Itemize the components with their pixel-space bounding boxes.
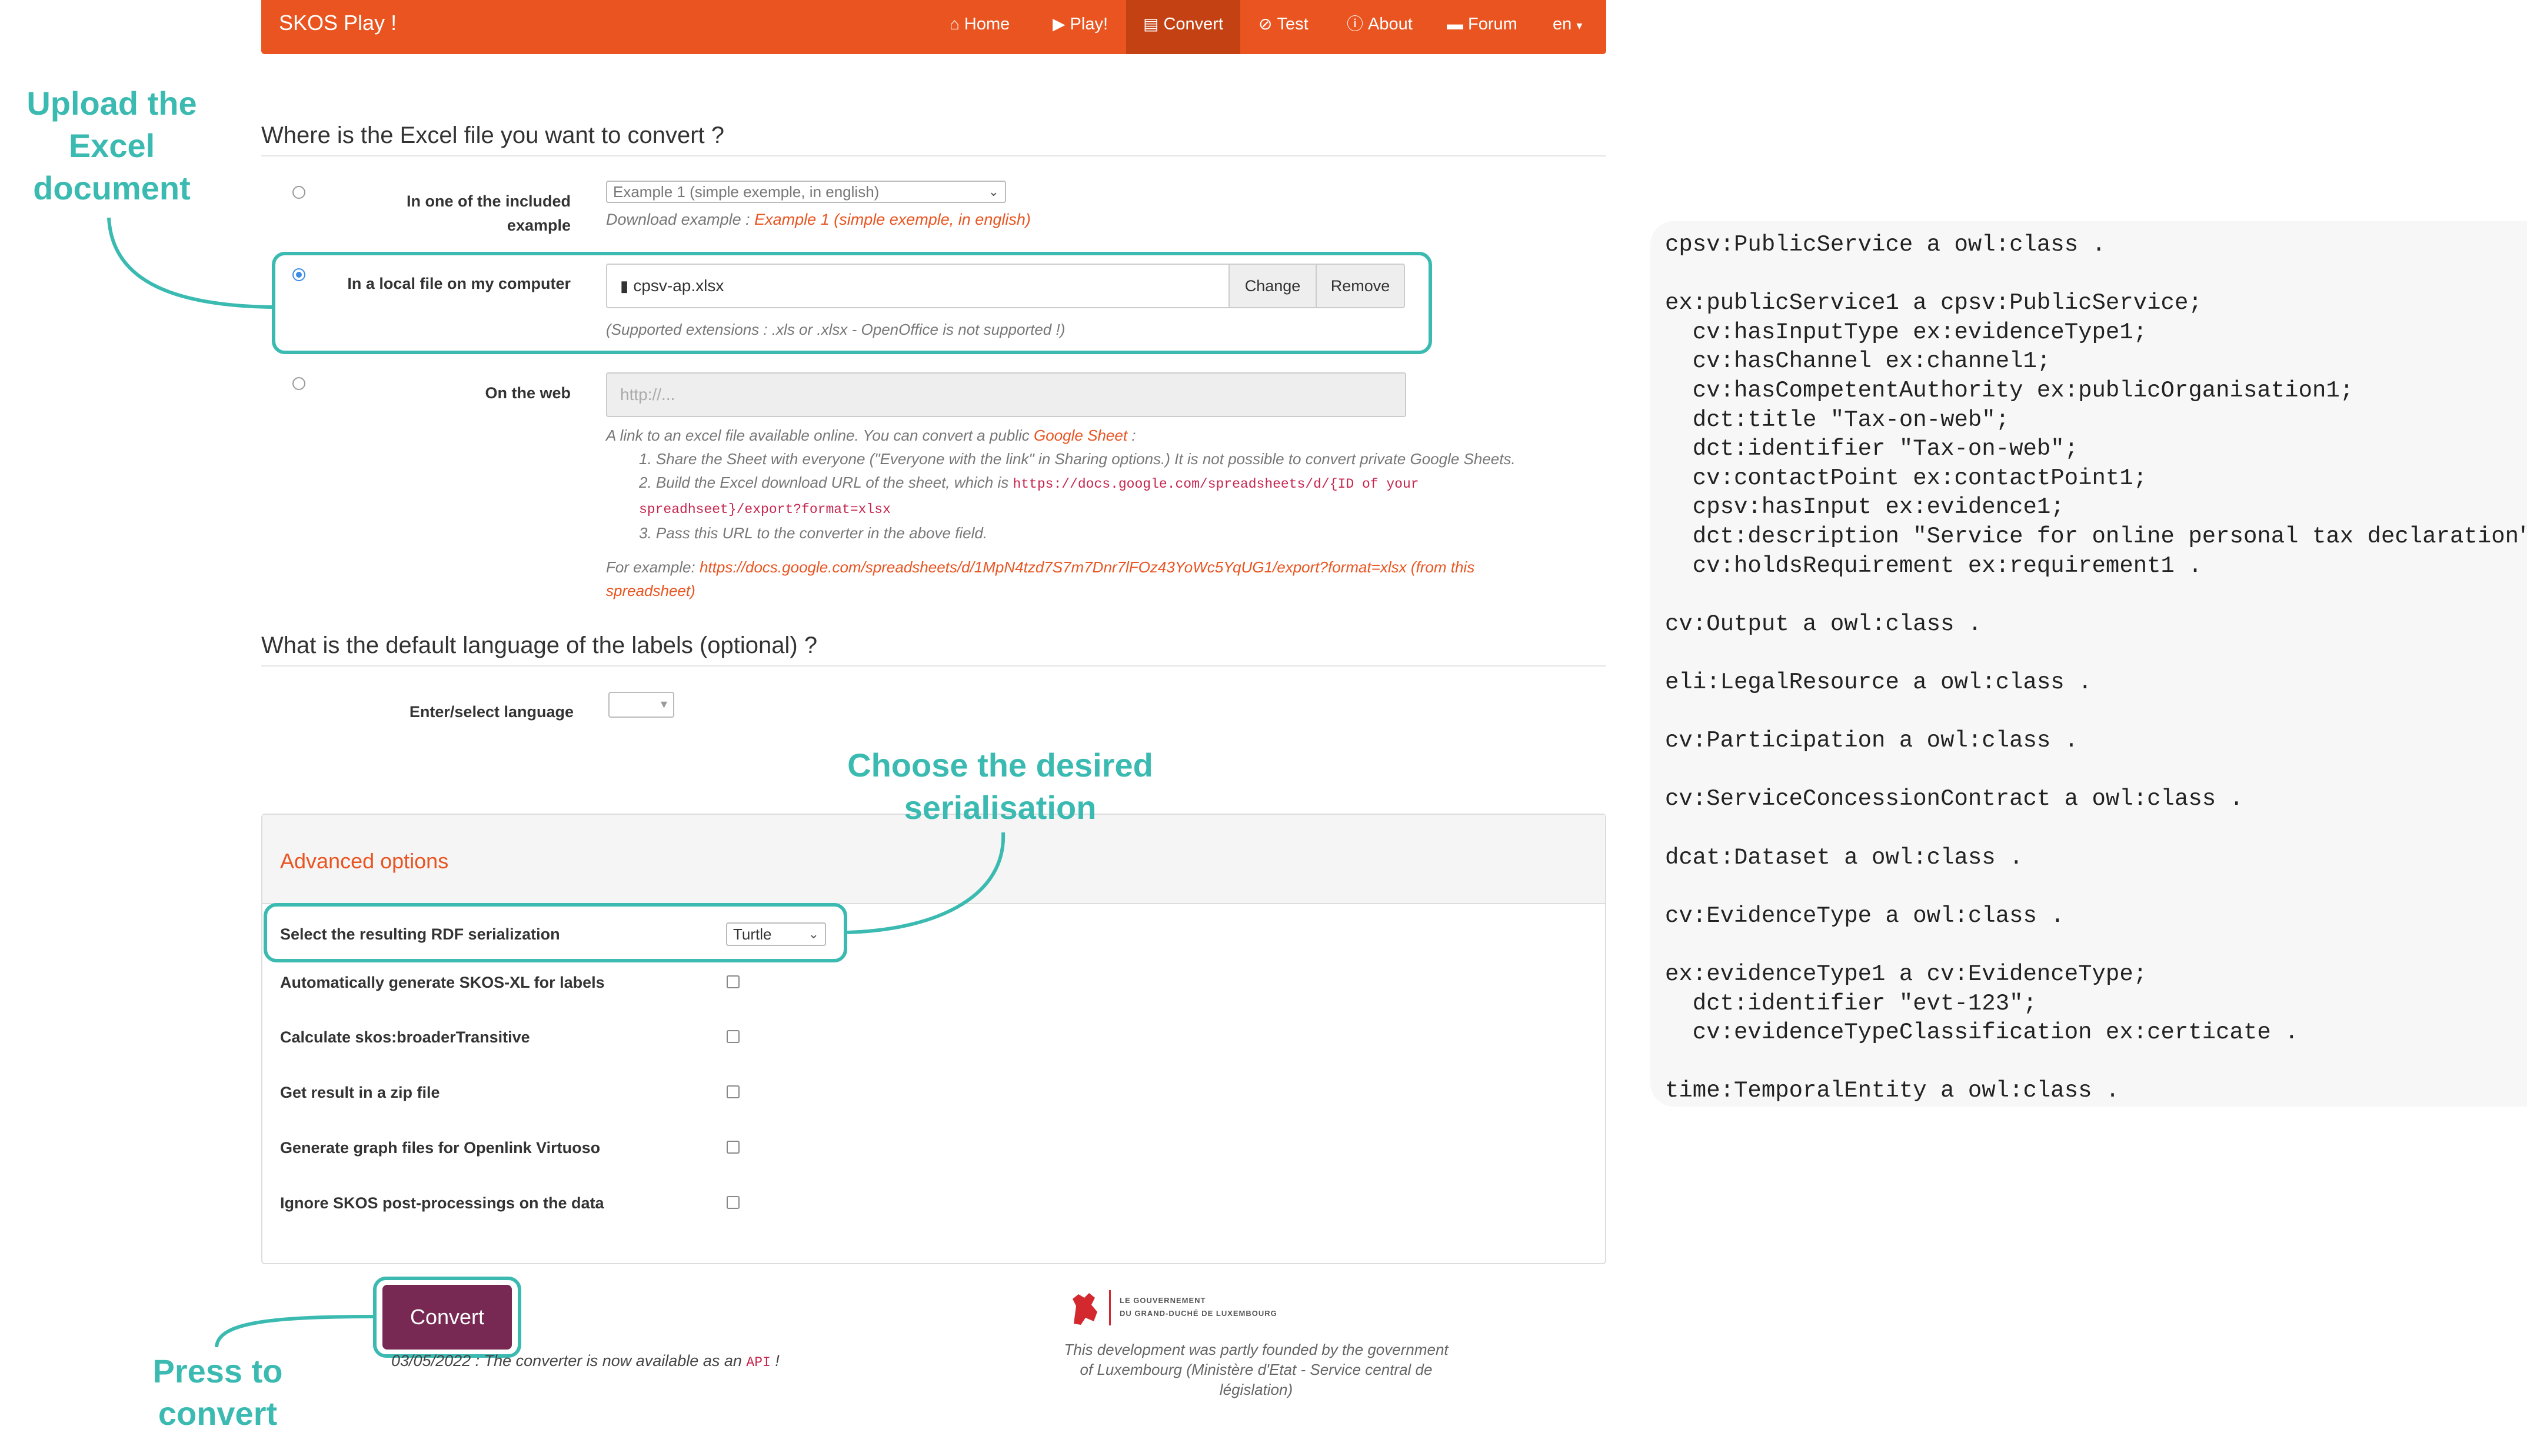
- code-line: cv:holdsRequirement ex:requirement1 .: [1665, 552, 2202, 579]
- code-line: eli:LegalResource a owl:class .: [1665, 669, 2092, 695]
- code-line: cv:evidenceTypeClassification ex:certica…: [1665, 1019, 2299, 1046]
- press-connector: [215, 1315, 375, 1348]
- code-line: ex:publicService1 a cpsv:PublicService;: [1665, 290, 2202, 316]
- code-line: dct:description "Service for online pers…: [1665, 524, 2527, 549]
- code-line: dcat:Dataset a owl:class .: [1665, 844, 2023, 871]
- code-line: cv:hasChannel ex:channel1;: [1665, 348, 2051, 375]
- code-line: ex:evidenceType1 a cv:EvidenceType;: [1665, 961, 2148, 987]
- code-line: cv:hasCompetentAuthority ex:publicOrgani…: [1665, 378, 2354, 404]
- code-line: cv:EvidenceType a owl:class .: [1665, 902, 2065, 929]
- code-line: cpsv:PublicService a owl:class .: [1665, 232, 2106, 258]
- code-line: cv:ServiceConcessionContract a owl:class…: [1665, 786, 2243, 812]
- code-line: dct:identifier "evt-123";: [1665, 990, 2037, 1017]
- code-line: cpsv:hasInput ex:evidence1;: [1665, 494, 2065, 521]
- code-line: time:TemporalEntity a owl:class .: [1665, 1078, 2120, 1104]
- upload-connector: [107, 217, 275, 309]
- code-line: dct:identifier "Tax-on-web";: [1665, 436, 2079, 462]
- code-line: dct:title "Tax-on-web";: [1665, 407, 2010, 433]
- code-line: cv:Participation a owl:class .: [1665, 728, 2079, 754]
- code-line: cv:contactPoint ex:contactPoint1;: [1665, 465, 2148, 491]
- code-line: cv:Output a owl:class .: [1665, 611, 1982, 637]
- serialisation-connector: [847, 832, 1006, 934]
- code-line: cv:hasInputType ex:evidenceType1;: [1665, 319, 2148, 345]
